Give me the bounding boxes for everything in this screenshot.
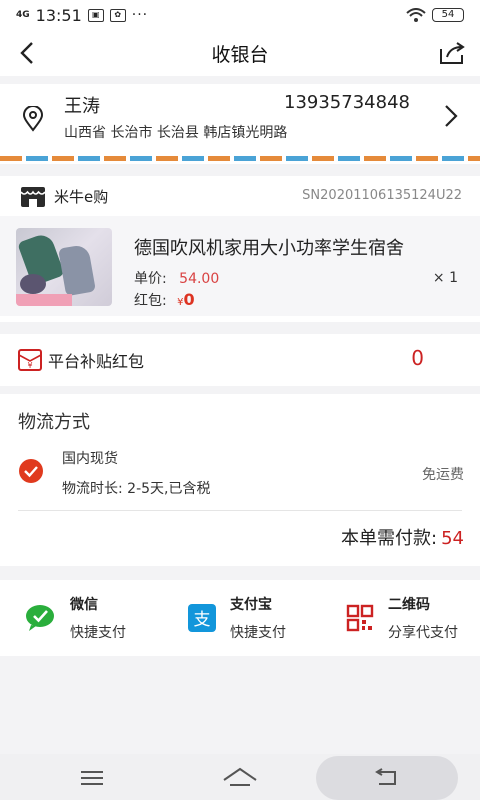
pay-wechat-button[interactable]: 微信 快捷支付	[24, 594, 126, 644]
order-section: 米牛e购 SN20201106135124U22 德国吹风机家用大小功率学生宿舍…	[0, 176, 480, 322]
wechat-title: 微信	[70, 597, 98, 613]
pay-alipay-button[interactable]: 支 支付宝 快捷支付	[184, 594, 286, 644]
svg-text:支: 支	[194, 610, 211, 630]
alipay-icon: 支	[188, 604, 216, 632]
wechat-icon	[26, 605, 54, 631]
logistics-heading: 物流方式	[18, 412, 90, 433]
more-notifications-icon: ···	[131, 7, 149, 23]
system-nav-bar	[0, 754, 480, 800]
wechat-subtitle: 快捷支付	[70, 625, 126, 641]
back-button[interactable]	[12, 38, 42, 68]
total-label: 本单需付款:	[341, 528, 438, 549]
subsidy-label: 平台补贴红包	[48, 352, 145, 371]
alipay-title: 支付宝	[230, 597, 272, 613]
location-pin-icon	[22, 106, 44, 132]
red-packet: 红包: ¥0	[134, 290, 195, 310]
share-icon	[440, 42, 465, 64]
address-card[interactable]: 王涛 13935734848 山西省 长治市 长治县 韩店镇光明路	[0, 84, 480, 164]
wifi-icon	[406, 8, 426, 22]
notification-icon: ▣	[87, 8, 104, 22]
logistics-duration: 物流时长: 2-5天,已含税	[62, 481, 211, 497]
red-packet-icon: ¥	[18, 349, 42, 371]
status-time: 13:51	[35, 5, 82, 25]
selected-check-icon[interactable]	[18, 458, 44, 484]
menu-icon[interactable]	[80, 770, 104, 786]
svg-text:¥: ¥	[27, 361, 32, 370]
page-title: 收银台	[211, 43, 269, 66]
payment-methods: 微信 快捷支付 支 支付宝 快捷支付 二维码 分享代支付	[0, 580, 480, 656]
share-button[interactable]	[436, 38, 468, 68]
recipient-phone: 13935734848	[284, 92, 410, 113]
product-image	[16, 228, 112, 306]
red-packet-value: 0	[183, 290, 195, 309]
signal-indicator: 4G	[16, 9, 30, 20]
chevron-right-icon	[445, 105, 458, 127]
shop-header: 米牛e购	[20, 184, 108, 208]
divider	[18, 510, 462, 511]
recipient-name: 王涛	[64, 96, 100, 117]
shop-icon	[20, 187, 46, 207]
subsidy-row[interactable]: ¥ 平台补贴红包 0	[0, 334, 480, 386]
pay-qrcode-button[interactable]: 二维码 分享代支付	[342, 594, 458, 644]
shipping-fee: 免运费	[422, 467, 464, 483]
alipay-subtitle: 快捷支付	[230, 625, 286, 641]
red-packet-label: 红包:	[134, 293, 167, 309]
home-icon[interactable]	[222, 766, 258, 788]
app-notification-icon: ✿	[109, 8, 126, 22]
unit-price: 单价: 54.00	[134, 268, 219, 288]
return-icon	[375, 768, 396, 785]
product-row[interactable]: 德国吹风机家用大小功率学生宿舍 单价: 54.00 × 1 红包: ¥0	[0, 216, 480, 316]
qrcode-subtitle: 分享代支付	[388, 625, 458, 641]
subsidy-value: 0	[411, 346, 424, 370]
order-total: 本单需付款: 54	[341, 524, 464, 550]
logistics-section: 物流方式 国内现货 物流时长: 2-5天,已含税 免运费 本单需付款: 54	[0, 394, 480, 566]
unit-price-value: 54.00	[179, 271, 220, 287]
back-nav-button[interactable]	[316, 756, 458, 800]
order-serial: SN20201106135124U22	[302, 188, 462, 203]
address-stripe-divider	[0, 156, 480, 161]
battery-indicator: 54	[432, 8, 464, 22]
total-value: 54	[441, 528, 464, 549]
product-quantity: × 1	[432, 270, 458, 286]
qrcode-icon	[346, 604, 374, 632]
shop-name: 米牛e购	[54, 187, 109, 206]
unit-price-label: 单价:	[134, 271, 167, 287]
address-detail: 山西省 长治市 长治县 韩店镇光明路	[64, 125, 288, 141]
logistics-option: 国内现货	[62, 451, 118, 467]
nav-bar: 收银台	[0, 30, 480, 76]
qrcode-title: 二维码	[388, 597, 430, 613]
chevron-left-icon	[20, 42, 33, 64]
product-title: 德国吹风机家用大小功率学生宿舍	[134, 238, 404, 259]
status-bar: 4G 13:51 ▣ ✿ ··· 54	[0, 0, 480, 30]
